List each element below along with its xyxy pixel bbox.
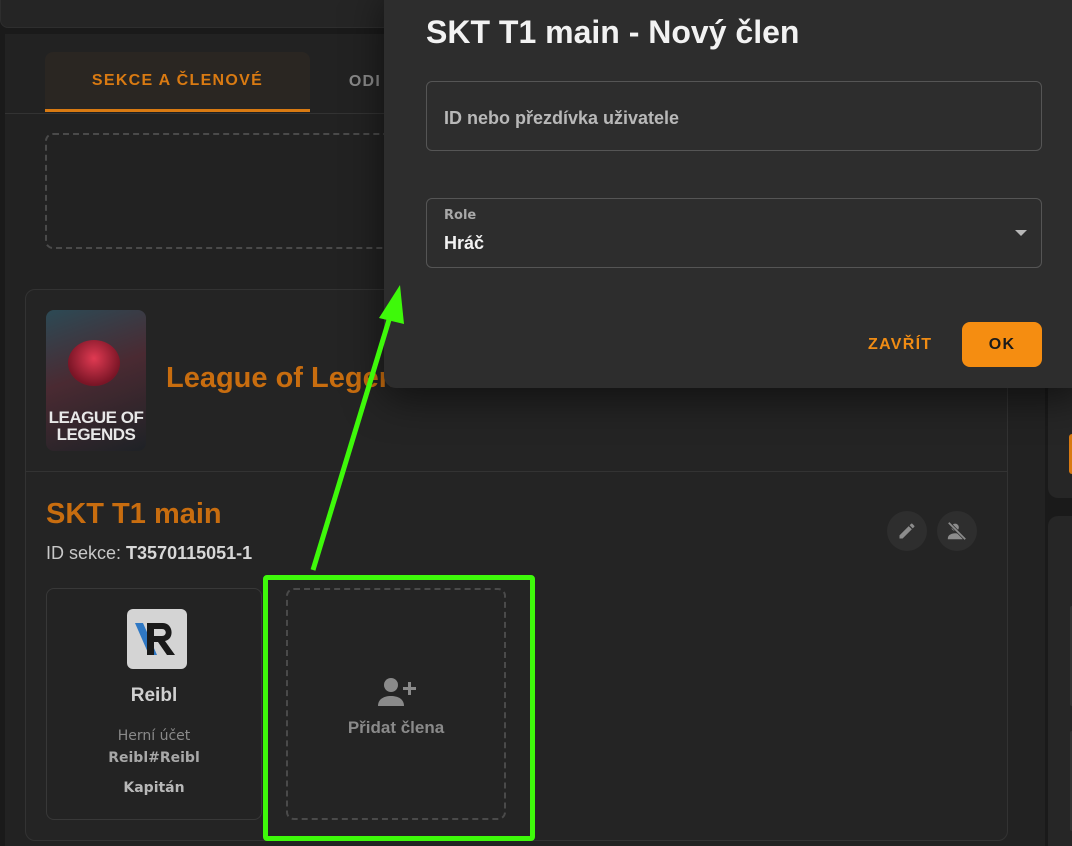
section-id: ID sekce: T3570115051-1	[46, 543, 252, 564]
chevron-down-icon	[1015, 230, 1027, 236]
role-label: Role	[444, 208, 477, 223]
section-title: SKT T1 main	[46, 498, 222, 530]
right-side-card	[1048, 380, 1072, 498]
member-avatar	[127, 609, 187, 669]
member-account-label: Herní účet	[117, 728, 191, 744]
member-role: Kapitán	[123, 780, 185, 796]
dialog-title: SKT T1 main - Nový člen	[426, 14, 800, 50]
drop-zone[interactable]	[45, 133, 405, 249]
user-id-placeholder: ID nebo přezdívka uživatele	[444, 108, 680, 128]
divider	[26, 471, 1007, 472]
user-id-input[interactable]: ID nebo přezdívka uživatele	[426, 81, 1042, 151]
ok-button[interactable]: OK	[962, 322, 1042, 367]
champion-art	[68, 340, 120, 386]
member-name: Reibl	[130, 685, 178, 706]
tab-sections-members[interactable]: SEKCE A ČLENOVÉ	[45, 52, 310, 112]
game-cover-logo-line2: LEGENDS	[56, 425, 136, 444]
game-cover-logo: LEAGUE OF LEGENDS	[46, 409, 146, 443]
section-id-value: T3570115051-1	[126, 543, 253, 563]
top-card	[0, 0, 420, 28]
game-cover-logo-line1: LEAGUE OF	[48, 408, 144, 427]
member-account: Reibl#Reibl	[108, 750, 200, 766]
member-card[interactable]: Reibl Herní účet Reibl#Reibl Kapitán	[46, 588, 262, 820]
remove-member-button[interactable]	[937, 511, 977, 551]
remove-person-icon	[947, 521, 967, 541]
section-id-label: ID sekce:	[46, 543, 122, 563]
close-button[interactable]: ZAVŘÍT	[860, 326, 940, 364]
game-cover-image: LEAGUE OF LEGENDS	[46, 310, 146, 451]
role-value: Hráč	[444, 233, 485, 253]
role-select[interactable]: Role Hráč	[426, 198, 1042, 268]
right-side-card-2	[1048, 516, 1072, 846]
highlight-box	[263, 575, 535, 841]
edit-section-button[interactable]	[887, 511, 927, 551]
pencil-icon	[899, 523, 915, 539]
reibl-logo	[135, 623, 175, 655]
